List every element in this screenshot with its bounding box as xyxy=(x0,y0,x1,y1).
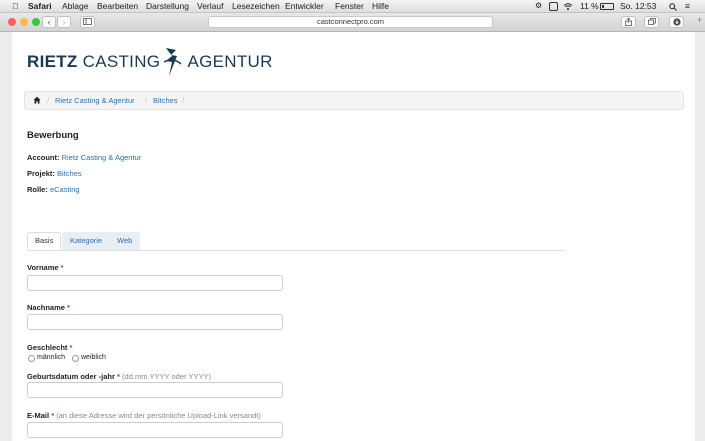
email-hint: (an diese Adresse wird der persönliche U… xyxy=(56,411,261,420)
lastname-input[interactable] xyxy=(27,314,283,330)
firstname-input[interactable] xyxy=(27,275,283,291)
page-title: Bewerbung xyxy=(27,130,79,141)
menu-entwickler[interactable]: Entwickler xyxy=(285,0,324,12)
gender-label: Geschlecht * xyxy=(27,343,72,352)
lastname-label: Nachname * xyxy=(27,303,70,312)
email-label-text: E-Mail xyxy=(27,411,50,420)
breadcrumb-link-account[interactable]: Rietz Casting & Agentur xyxy=(55,92,135,109)
menu-ablage[interactable]: Ablage xyxy=(62,0,88,12)
menu-fenster[interactable]: Fenster xyxy=(335,0,364,12)
chevron-right-icon: › xyxy=(62,17,66,27)
project-info: Projekt: Bitches xyxy=(27,169,82,178)
required-marker: * xyxy=(117,372,120,381)
birthdate-label-text: Geburtsdatum oder -jahr xyxy=(27,372,115,381)
menu-bearbeiten[interactable]: Bearbeiten xyxy=(97,0,138,12)
firstname-label: Vorname * xyxy=(27,263,64,272)
menu-lesezeichen[interactable]: Lesezeichen xyxy=(232,0,280,12)
share-icon xyxy=(625,17,632,26)
sidebar-button[interactable] xyxy=(80,16,95,28)
breadcrumb-separator: / xyxy=(47,96,50,105)
account-label: Account: xyxy=(27,153,60,162)
logo-word-2: CASTING xyxy=(82,52,161,71)
required-marker: * xyxy=(69,343,73,352)
birthdate-input[interactable] xyxy=(27,382,283,398)
notification-center-icon[interactable]: ≡ xyxy=(685,0,690,12)
new-tab-button[interactable]: + xyxy=(697,15,702,25)
breadcrumb: / Rietz Casting & Agentur / Bitches / xyxy=(24,91,684,110)
project-link[interactable]: Bitches xyxy=(57,169,82,178)
role-label: Rolle: xyxy=(27,185,48,194)
menu-darstellung[interactable]: Darstellung xyxy=(146,0,189,12)
close-window-icon[interactable] xyxy=(8,18,16,26)
breadcrumb-separator: / xyxy=(145,96,148,105)
sync-icon[interactable]: ⚙ xyxy=(535,0,542,12)
gender-male-label[interactable]: männlich xyxy=(37,354,65,361)
apple-icon[interactable]:  xyxy=(12,0,18,12)
wifi-icon[interactable] xyxy=(563,0,573,12)
birthdate-hint: (dd.mm.YYYY oder YYYY) xyxy=(122,372,211,381)
menu-verlauf[interactable]: Verlauf xyxy=(197,0,223,12)
birthdate-label: Geburtsdatum oder -jahr * (dd.mm.YYYY od… xyxy=(27,372,211,381)
tabs-icon xyxy=(647,18,656,25)
battery-percentage[interactable]: 11 % xyxy=(580,0,599,12)
downloads-button[interactable] xyxy=(669,16,684,28)
forward-button[interactable]: › xyxy=(57,16,71,28)
menu-bar:  Safari Ablage Bearbeiten Darstellung V… xyxy=(0,0,705,13)
required-marker: * xyxy=(60,263,64,272)
firstname-label-text: Vorname xyxy=(27,263,59,272)
gender-female-label[interactable]: weiblich xyxy=(81,354,106,361)
app-status-icon[interactable] xyxy=(549,0,558,12)
share-button[interactable] xyxy=(621,16,636,28)
gender-female-radio[interactable] xyxy=(72,355,79,362)
back-button[interactable]: ‹ xyxy=(42,16,56,28)
browser-toolbar: ‹ › castconnectpro.com + xyxy=(0,13,705,32)
tab-bar: Basis Kategorie Web xyxy=(27,230,565,251)
menu-app-name[interactable]: Safari xyxy=(28,0,52,12)
account-info: Account: Rietz Casting & Agentur xyxy=(27,153,141,162)
logo-emblem-icon xyxy=(163,47,182,76)
page-content: RIETZ CASTING AGENTUR / Rietz Casting & … xyxy=(12,32,695,441)
breadcrumb-separator: / xyxy=(182,96,185,105)
gender-male-radio[interactable] xyxy=(28,355,35,362)
role-link[interactable]: eCasting xyxy=(50,185,80,194)
email-input[interactable] xyxy=(27,422,283,438)
required-marker: * xyxy=(51,411,55,420)
sidebar-icon xyxy=(83,18,92,25)
battery-icon[interactable] xyxy=(600,0,614,12)
clock[interactable]: So. 12:53 xyxy=(620,0,656,12)
gender-label-text: Geschlecht xyxy=(27,343,68,352)
breadcrumb-link-project[interactable]: Bitches xyxy=(153,92,178,109)
role-info: Rolle: eCasting xyxy=(27,185,80,194)
logo-word-3: AGENTUR xyxy=(187,52,273,71)
tab-kategorie[interactable]: Kategorie xyxy=(62,232,111,250)
chevron-left-icon: ‹ xyxy=(47,17,51,27)
home-icon[interactable] xyxy=(33,93,41,110)
minimize-window-icon[interactable] xyxy=(20,18,28,26)
site-logo[interactable]: RIETZ CASTING AGENTUR xyxy=(27,47,273,76)
address-bar[interactable]: castconnectpro.com xyxy=(208,16,493,28)
spotlight-icon[interactable] xyxy=(669,0,677,12)
tab-web[interactable]: Web xyxy=(109,232,141,250)
tabs-overview-button[interactable] xyxy=(644,16,659,28)
logo-word-1: RIETZ xyxy=(27,52,78,71)
menu-hilfe[interactable]: Hilfe xyxy=(372,0,389,12)
zoom-window-icon[interactable] xyxy=(32,18,40,26)
required-marker: * xyxy=(67,303,70,312)
tab-basis[interactable]: Basis xyxy=(27,232,62,250)
account-link[interactable]: Rietz Casting & Agentur xyxy=(62,153,142,162)
project-label: Projekt: xyxy=(27,169,55,178)
email-label: E-Mail * (an diese Adresse wird der pers… xyxy=(27,411,261,420)
download-icon xyxy=(672,18,681,26)
url-text: castconnectpro.com xyxy=(316,17,385,26)
lastname-label-text: Nachname xyxy=(27,303,65,312)
